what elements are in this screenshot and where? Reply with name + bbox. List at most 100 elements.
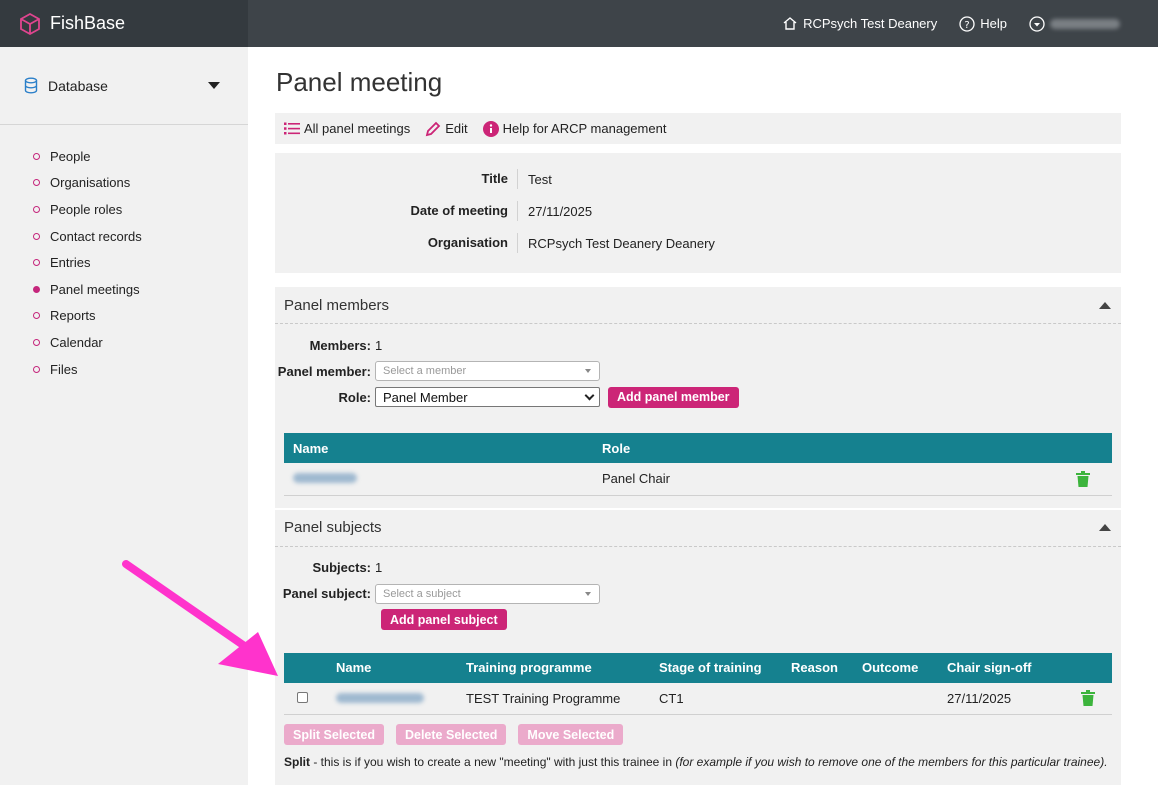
panel-subject-select[interactable]: Select a subject bbox=[375, 583, 600, 604]
members-count-row: Members: 1 bbox=[275, 332, 1121, 358]
detail-value: 27/11/2025 bbox=[528, 203, 593, 219]
sidebar-item-entries[interactable]: Entries bbox=[0, 249, 248, 276]
bullet-icon bbox=[33, 179, 40, 187]
subject-name-redacted[interactable] bbox=[336, 692, 424, 703]
arcp-help-link[interactable]: Help for ARCP management bbox=[482, 120, 667, 137]
sidebar-item-label: People bbox=[50, 148, 91, 164]
bullet-icon bbox=[33, 232, 40, 240]
subject-programme: TEST Training Programme bbox=[466, 682, 659, 715]
move-selected-button[interactable]: Move Selected bbox=[518, 724, 624, 745]
top-nav: RCPsych Test Deanery ? Help bbox=[248, 0, 1158, 47]
sidebar-item-calendar[interactable]: Calendar bbox=[0, 329, 248, 356]
bullet-icon bbox=[33, 259, 40, 267]
add-panel-member-button[interactable]: Add panel member bbox=[608, 386, 739, 408]
detail-value: Test bbox=[528, 171, 552, 187]
sidebar-item-files[interactable]: Files bbox=[0, 356, 248, 383]
org-link[interactable]: RCPsych Test Deanery bbox=[782, 16, 937, 31]
collapse-icon[interactable] bbox=[1099, 524, 1111, 531]
role-value: Panel Member bbox=[383, 389, 468, 405]
user-menu[interactable] bbox=[1029, 15, 1120, 32]
sidebar-item-people-roles[interactable]: People roles bbox=[0, 196, 248, 223]
role-label: Role: bbox=[338, 389, 372, 405]
panel-members-header[interactable]: Panel members bbox=[275, 287, 1121, 324]
row-select-checkbox[interactable] bbox=[297, 691, 308, 703]
member-name-redacted[interactable] bbox=[293, 473, 357, 484]
panel-member-row: Panel member: Select a member bbox=[275, 358, 1121, 384]
panel-members-section: Panel members Members: 1 Panel member: S… bbox=[275, 287, 1121, 508]
role-select[interactable]: Panel Member bbox=[375, 387, 600, 407]
subjects-count-row: Subjects: 1 bbox=[275, 555, 1121, 581]
trash-icon[interactable] bbox=[1081, 690, 1095, 707]
add-subject-row: Add panel subject bbox=[275, 607, 1121, 633]
bullet-icon bbox=[33, 205, 40, 213]
sidebar-item-contact-records[interactable]: Contact records bbox=[0, 223, 248, 250]
members-table: Name Role Panel Chair bbox=[284, 433, 1112, 496]
pencil-icon bbox=[425, 121, 441, 136]
column-header: Name bbox=[336, 652, 466, 683]
database-icon bbox=[24, 77, 38, 94]
subject-outcome bbox=[862, 682, 947, 715]
delete-member-cell bbox=[1052, 463, 1112, 496]
panel-member-select[interactable]: Select a member bbox=[375, 361, 600, 381]
org-name: RCPsych Test Deanery bbox=[803, 16, 938, 31]
caret-down-icon bbox=[208, 82, 220, 89]
database-label: Database bbox=[48, 77, 108, 94]
delete-subject-cell bbox=[1057, 682, 1112, 715]
dropdown-arrow-icon bbox=[585, 591, 591, 596]
user-name-redacted bbox=[1050, 18, 1120, 29]
column-header: Outcome bbox=[862, 652, 947, 683]
arcp-help-label: Help for ARCP management bbox=[502, 121, 667, 136]
cube-logo-icon bbox=[20, 12, 40, 35]
add-panel-subject-button[interactable]: Add panel subject bbox=[381, 609, 507, 630]
detail-organisation: Organisation RCPsych Test Deanery Deaner… bbox=[275, 227, 1121, 259]
sidebar-item-reports[interactable]: Reports bbox=[0, 303, 248, 330]
note-italic: (for example if you wish to remove one o… bbox=[675, 755, 1108, 769]
column-header bbox=[1052, 433, 1112, 463]
user-dropdown-icon bbox=[1029, 15, 1045, 32]
column-header: Training programme bbox=[466, 652, 659, 683]
sidebar-nav: People Organisations People roles Contac… bbox=[0, 125, 248, 382]
bullet-active-icon bbox=[33, 285, 40, 293]
role-row: Role: Panel Member Add panel member bbox=[275, 384, 1121, 410]
column-header: Reason bbox=[791, 652, 862, 683]
bullet-icon bbox=[33, 152, 40, 160]
subjects-count: 1 bbox=[375, 560, 383, 575]
database-selector[interactable]: Database bbox=[0, 47, 248, 125]
sidebar-item-panel-meetings[interactable]: Panel meetings bbox=[0, 276, 248, 303]
collapse-icon[interactable] bbox=[1099, 301, 1111, 309]
edit-label: Edit bbox=[445, 121, 468, 136]
all-panel-meetings-label: All panel meetings bbox=[304, 121, 411, 136]
all-panel-meetings-link[interactable]: All panel meetings bbox=[284, 121, 410, 136]
split-selected-button[interactable]: Split Selected bbox=[284, 724, 384, 745]
sidebar-item-people[interactable]: People bbox=[0, 143, 248, 170]
brand[interactable]: FishBase bbox=[0, 0, 248, 47]
column-header: Chair sign-off bbox=[947, 652, 1057, 683]
sidebar-item-label: Organisations bbox=[50, 175, 131, 191]
table-row: TEST Training Programme CT1 27/11/2025 bbox=[284, 682, 1112, 715]
sidebar-item-label: Contact records bbox=[50, 228, 142, 244]
delete-selected-button[interactable]: Delete Selected bbox=[395, 724, 507, 745]
help-link[interactable]: ? Help bbox=[959, 15, 1007, 32]
help-circle-icon: ? bbox=[959, 15, 975, 32]
toolbar: All panel meetings Edit Help for ARCP ma… bbox=[275, 113, 1121, 144]
note-bold: Split bbox=[284, 755, 310, 769]
edit-link[interactable]: Edit bbox=[425, 121, 468, 137]
sidebar-item-organisations[interactable]: Organisations bbox=[0, 170, 248, 197]
subject-stage: CT1 bbox=[659, 682, 791, 715]
members-count-label: Members: bbox=[309, 337, 371, 353]
column-header: Name bbox=[284, 433, 602, 463]
info-icon bbox=[482, 120, 499, 137]
annotation-arrow bbox=[122, 560, 278, 676]
dropdown-arrow-icon bbox=[585, 369, 591, 373]
meeting-details: Title Test Date of meeting 27/11/2025 Or… bbox=[275, 153, 1121, 273]
top-bar: FishBase RCPsych Test Deanery ? Help bbox=[0, 0, 1158, 47]
app-name: FishBase bbox=[50, 13, 126, 33]
chevron-down-icon bbox=[584, 390, 595, 400]
detail-key: Date of meeting bbox=[275, 201, 518, 221]
panel-subjects-header[interactable]: Panel subjects bbox=[275, 510, 1121, 547]
trash-icon[interactable] bbox=[1076, 470, 1090, 487]
detail-value: RCPsych Test Deanery Deanery bbox=[528, 235, 715, 251]
panel-member-label: Panel member: bbox=[277, 363, 371, 379]
sidebar-item-label: Entries bbox=[50, 255, 91, 271]
svg-text:?: ? bbox=[965, 20, 970, 31]
